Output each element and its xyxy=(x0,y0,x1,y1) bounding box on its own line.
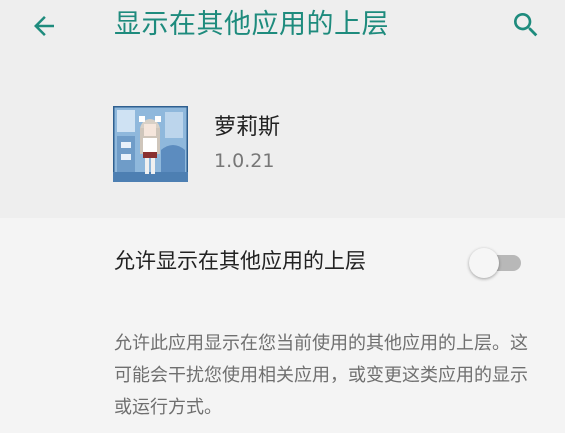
app-version: 1.0.21 xyxy=(214,150,275,172)
top-app-bar: 显示在其他应用的上层 xyxy=(0,0,565,54)
switch-thumb xyxy=(469,248,499,278)
permission-description: 允许此应用显示在您当前使用的其他应用的上层。这可能会干扰您使用相关应用，或变更这… xyxy=(114,333,528,418)
arrow-back-icon xyxy=(34,16,54,36)
app-name: 萝莉斯 xyxy=(214,115,281,140)
permission-toggle-row[interactable]: 允许显示在其他应用的上层 xyxy=(0,218,565,308)
search-icon xyxy=(514,13,538,37)
back-button[interactable] xyxy=(22,6,66,46)
permission-switch[interactable] xyxy=(467,246,525,278)
app-header: 萝莉斯 1.0.21 xyxy=(0,54,565,218)
app-icon xyxy=(113,106,188,182)
permission-label: 允许显示在其他应用的上层 xyxy=(114,249,366,273)
app-icon-image xyxy=(113,106,188,182)
search-button[interactable] xyxy=(503,3,549,47)
page-title: 显示在其他应用的上层 xyxy=(114,9,389,40)
